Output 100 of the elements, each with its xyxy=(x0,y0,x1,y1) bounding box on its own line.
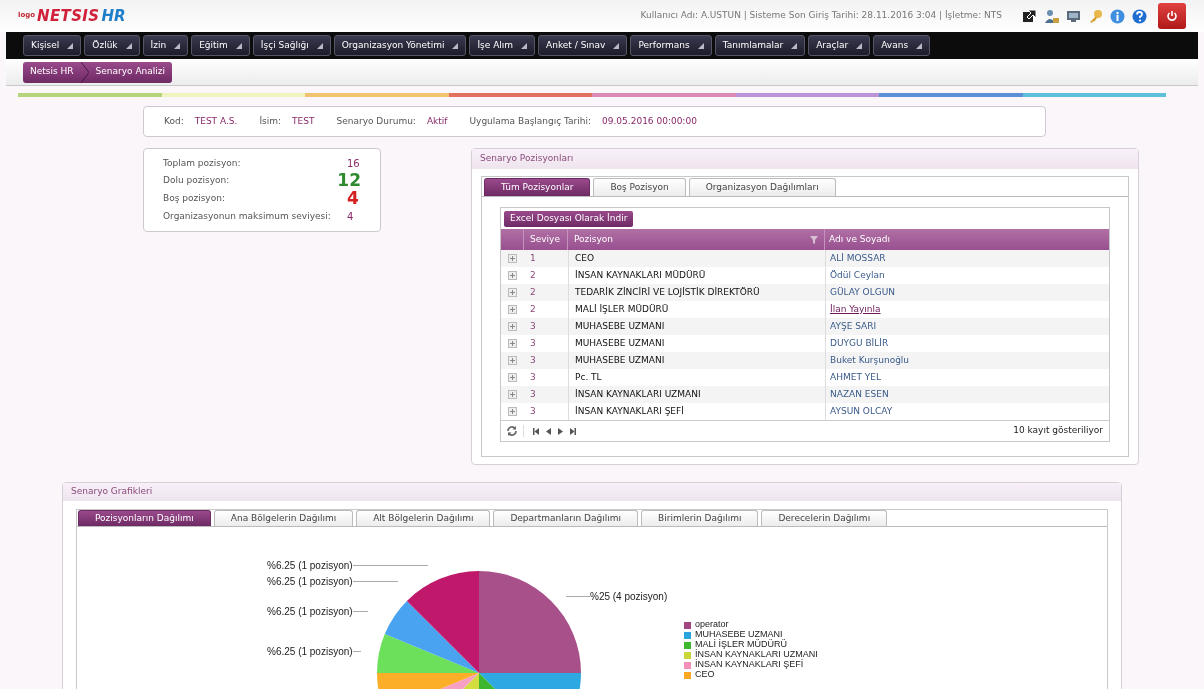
table-cell-text: AYŞE SARI xyxy=(830,319,877,333)
user-info: Kullanıcı Adı: A.USTUN | Sisteme Son Giriş Tarihi: 28.11.2016 3:04 | İşletme: NTS xyxy=(640,9,1002,23)
expand-icon[interactable] xyxy=(508,373,517,382)
panel-title: Senaryo Grafikleri xyxy=(71,485,153,499)
tab[interactable]: Ana Bölgelerin Dağılımı xyxy=(213,510,354,526)
leader-line xyxy=(352,651,361,652)
expand-icon[interactable] xyxy=(508,407,517,416)
refresh-icon[interactable] xyxy=(506,425,518,437)
breadcrumb-item[interactable]: Netsis HR xyxy=(23,65,81,79)
caret-icon xyxy=(697,42,704,49)
table-cell-text: 3 xyxy=(529,353,537,367)
caret-icon xyxy=(125,42,132,49)
caret-icon xyxy=(613,42,620,49)
info-label: Uygulama Başlangıç Tarihi: xyxy=(469,114,592,128)
slice-label: %25 (4 pozisyon) xyxy=(590,590,668,604)
slice-label: %6.25 (1 pozisyon) xyxy=(267,575,353,589)
leader-line xyxy=(352,581,398,582)
tab[interactable]: Boş Pozisyon xyxy=(593,178,686,196)
stat-label: Toplam pozisyon: xyxy=(163,156,242,170)
legend-label: CEO xyxy=(695,668,715,682)
info-value: 09.05.2016 00:00:00 xyxy=(602,114,697,128)
last-page-icon[interactable] xyxy=(570,427,576,435)
filter-icon[interactable] xyxy=(810,235,818,244)
next-page-icon[interactable] xyxy=(558,427,563,435)
post-job-link[interactable]: İlan Yayınla xyxy=(830,302,881,317)
tab[interactable]: Departmanların Dağılımı xyxy=(493,510,639,526)
tab[interactable]: Pozisyonların Dağılımı xyxy=(78,510,211,526)
table-cell-text: DUYGU BİLİR xyxy=(830,336,889,350)
menu-item[interactable]: Araçlar xyxy=(808,35,871,56)
info-label: Kod: xyxy=(164,114,184,128)
caret-icon xyxy=(856,42,863,49)
slice-label: %6.25 (1 pozisyon) xyxy=(267,605,353,619)
menu-item[interactable]: İzin xyxy=(142,35,189,56)
caret-icon xyxy=(521,42,528,49)
tab[interactable]: Tüm Pozisyonlar xyxy=(484,178,591,196)
menu-item[interactable]: İşe Alım xyxy=(469,35,536,56)
table-cell-text: AHMET YEL xyxy=(830,370,881,384)
expand-icon[interactable] xyxy=(508,305,517,314)
record-count: 10 kayıt gösteriliyor xyxy=(1013,424,1103,438)
leader-line xyxy=(566,596,590,597)
tab[interactable]: Alt Bölgelerin Dağılımı xyxy=(356,510,491,526)
info-icon[interactable] xyxy=(1110,8,1125,24)
previous-page-icon[interactable] xyxy=(546,427,551,435)
caret-icon xyxy=(67,42,74,49)
menu-item[interactable]: Anket / Sınav xyxy=(538,35,628,56)
menu-item[interactable]: Özlük xyxy=(84,35,140,56)
expand-icon[interactable] xyxy=(508,356,517,365)
legend-label: İNSAN KAYNAKLARI ŞEFİ xyxy=(695,658,804,671)
caret-icon xyxy=(235,42,242,49)
caret-icon xyxy=(916,42,923,49)
monitor-icon[interactable] xyxy=(1066,9,1081,23)
table-cell-text: 3 xyxy=(529,336,537,350)
user-icon[interactable] xyxy=(1044,8,1059,24)
stat-label: Boş pozisyon: xyxy=(163,192,226,206)
column-header[interactable]: Adı ve Soyadı xyxy=(825,229,1109,250)
brand-logo-suffix: HR xyxy=(101,5,126,27)
info-label: İsim: xyxy=(259,114,282,128)
menu-item[interactable]: Eğitim xyxy=(191,35,250,56)
expand-icon[interactable] xyxy=(508,288,517,297)
expand-icon[interactable] xyxy=(508,271,517,280)
external-link-icon[interactable] xyxy=(1022,9,1037,23)
info-value: Aktif xyxy=(426,114,448,128)
brand-logo: NETSIS xyxy=(37,5,100,27)
info-value: TEST A.S. xyxy=(194,114,238,128)
table-cell-text: GÜLAY OLGUN xyxy=(830,285,895,299)
stat-label: Organizasyonun maksimum seviyesi: xyxy=(163,209,332,223)
tab[interactable]: Birimlerin Dağılımı xyxy=(641,510,759,526)
legend-label: İNSAN KAYNAKLARI UZMANI xyxy=(695,649,818,660)
table-cell-text: 2 xyxy=(529,302,537,316)
first-page-icon[interactable] xyxy=(533,427,539,435)
expand-icon[interactable] xyxy=(508,390,517,399)
table-cell-text: ALİ MOSSAR xyxy=(830,251,886,265)
tab[interactable]: Organizasyon Dağılımları xyxy=(688,178,836,196)
menu-item[interactable]: İşçi Sağlığı xyxy=(252,35,331,56)
menu-item[interactable]: Avans xyxy=(873,35,931,56)
expand-icon[interactable] xyxy=(508,322,517,331)
menu-item[interactable]: Tanımlamalar xyxy=(714,35,806,56)
table-cell-text: Buket Kurşunoğlu xyxy=(830,353,910,367)
table-cell-text: 2 xyxy=(529,268,537,282)
legend-label: operator xyxy=(695,618,729,631)
info-value: TEST xyxy=(292,114,315,128)
menu-item[interactable]: Performans xyxy=(630,35,712,56)
tab[interactable]: Derecelerin Dağılımı xyxy=(761,510,888,526)
panel-title: Senaryo Pozisyonları xyxy=(480,152,574,166)
caret-icon xyxy=(174,42,181,49)
table-cell-text: 3 xyxy=(529,387,537,401)
info-label: Senaryo Durumu: xyxy=(336,114,416,128)
help-icon[interactable] xyxy=(1132,8,1147,24)
caret-icon xyxy=(452,42,459,49)
expand-icon[interactable] xyxy=(508,339,517,348)
legend-label: MALİ İŞLER MÜDÜRÜ xyxy=(695,638,787,650)
export-excel-button[interactable]: Excel Dosyası Olarak İndir xyxy=(504,210,634,227)
breadcrumb-item[interactable]: Senaryo Analizi xyxy=(88,65,173,79)
caret-icon xyxy=(791,42,798,49)
key-icon[interactable] xyxy=(1088,8,1103,24)
power-button[interactable] xyxy=(1158,3,1186,29)
slice-label: %6.25 (1 pozisyon) xyxy=(267,645,353,659)
expand-icon[interactable] xyxy=(508,254,517,263)
menu-item[interactable]: Kişisel xyxy=(23,35,82,56)
menu-item[interactable]: Organizasyon Yönetimi xyxy=(333,35,467,56)
